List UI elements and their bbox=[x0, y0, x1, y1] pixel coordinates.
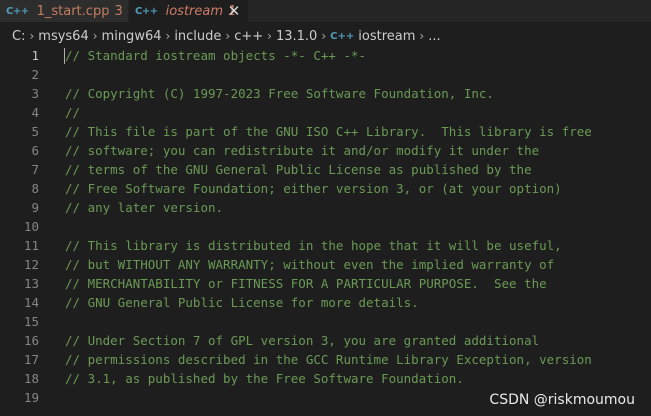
line-number: 10 bbox=[23, 219, 39, 234]
cpp-file-icon: C++ bbox=[135, 5, 158, 17]
breadcrumb: C: › msys64 › mingw64 › include › c++ › … bbox=[0, 26, 651, 46]
line-number: 7 bbox=[31, 162, 39, 177]
code-text[interactable]: // This library is distributed in the ho… bbox=[65, 236, 562, 255]
cpp-file-icon: C++ bbox=[6, 5, 29, 17]
line-number: 6 bbox=[31, 143, 39, 158]
code-text[interactable]: // any later version. bbox=[65, 198, 223, 217]
code-text[interactable]: // terms of the GNU General Public Licen… bbox=[65, 160, 532, 179]
cpp-file-icon: C++ bbox=[330, 30, 355, 42]
line-number: 15 bbox=[23, 314, 39, 329]
tab-iostream[interactable]: C++ iostream 1 ✕ bbox=[129, 0, 248, 22]
code-text[interactable]: // This file is part of the GNU ISO C++ … bbox=[65, 122, 592, 141]
line-number: 19 bbox=[23, 390, 39, 405]
line-number: 3 bbox=[31, 86, 39, 101]
chevron-right-icon: › bbox=[267, 29, 272, 43]
code-line[interactable]: 15 bbox=[0, 312, 651, 331]
code-line[interactable]: 5 // This file is part of the GNU ISO C++… bbox=[0, 122, 651, 141]
code-line[interactable]: 11 // This library is distributed in the … bbox=[0, 236, 651, 255]
code-text[interactable]: // MERCHANTABILITY or FITNESS FOR A PART… bbox=[65, 274, 547, 293]
code-text[interactable]: // bbox=[65, 103, 80, 122]
line-number: 12 bbox=[23, 257, 39, 272]
line-number: 17 bbox=[23, 352, 39, 367]
code-line[interactable]: 9 // any later version. bbox=[0, 198, 651, 217]
tab-bar: C++ 1_start.cpp 3 C++ iostream 1 ✕ bbox=[0, 0, 651, 22]
chevron-right-icon: › bbox=[29, 29, 35, 43]
code-text[interactable]: // Under Section 7 of GPL version 3, you… bbox=[65, 331, 539, 350]
line-number: 2 bbox=[31, 67, 39, 82]
code-text[interactable]: // software; you can redistribute it and… bbox=[65, 141, 539, 160]
text-cursor bbox=[64, 48, 65, 64]
code-line[interactable]: 12 // but WITHOUT ANY WARRANTY; without e… bbox=[0, 255, 651, 274]
breadcrumb-item[interactable]: include bbox=[174, 29, 221, 44]
line-number: 14 bbox=[23, 295, 39, 310]
code-line[interactable]: 8 // Free Software Foundation; either ver… bbox=[0, 179, 651, 198]
code-line[interactable]: 14 // GNU General Public License for more… bbox=[0, 293, 651, 312]
code-line[interactable]: 7 // terms of the GNU General Public Lice… bbox=[0, 160, 651, 179]
watermark: CSDN @riskmoumou bbox=[489, 392, 635, 408]
chevron-right-icon: › bbox=[225, 29, 231, 43]
line-number: 9 bbox=[31, 200, 39, 215]
code-text[interactable]: // GNU General Public License for more d… bbox=[65, 293, 419, 312]
code-text[interactable]: // Copyright (C) 1997-2023 Free Software… bbox=[65, 84, 494, 103]
code-line[interactable]: 6 // software; you can redistribute it an… bbox=[0, 141, 651, 160]
code-text[interactable]: // 3.1, as published by the Free Softwar… bbox=[65, 369, 464, 388]
code-line[interactable]: 2 bbox=[0, 65, 651, 84]
breadcrumb-more[interactable]: ... bbox=[428, 29, 440, 44]
chevron-right-icon: › bbox=[321, 29, 327, 43]
chevron-right-icon: › bbox=[165, 29, 171, 43]
code-line[interactable]: 17 // permissions described in the GCC Ru… bbox=[0, 350, 651, 369]
chevron-right-icon: › bbox=[92, 29, 98, 43]
breadcrumb-item[interactable]: c++ bbox=[234, 29, 263, 44]
code-text[interactable]: // Standard iostream objects -*- C++ -*- bbox=[65, 46, 366, 65]
line-number: 8 bbox=[31, 181, 39, 196]
tab-label: iostream bbox=[165, 3, 224, 19]
code-line[interactable]: 18 // 3.1, as published by the Free Softw… bbox=[0, 369, 651, 388]
chevron-right-icon: › bbox=[419, 29, 425, 43]
code-line[interactable]: 10 bbox=[0, 217, 651, 236]
code-text[interactable]: // permissions described in the GCC Runt… bbox=[65, 350, 592, 369]
breadcrumb-item[interactable]: 13.1.0 bbox=[276, 29, 317, 44]
line-number: 5 bbox=[31, 124, 39, 139]
line-number: 13 bbox=[23, 276, 39, 291]
tab-1-start-cpp[interactable]: C++ 1_start.cpp 3 bbox=[0, 0, 129, 22]
problem-count-badge: 3 bbox=[114, 3, 123, 19]
code-text[interactable]: // Free Software Foundation; either vers… bbox=[65, 179, 562, 198]
code-line[interactable]: 3 // Copyright (C) 1997-2023 Free Softwar… bbox=[0, 84, 651, 103]
breadcrumb-item[interactable]: mingw64 bbox=[102, 29, 162, 44]
code-line[interactable]: 13 // MERCHANTABILITY or FITNESS FOR A PA… bbox=[0, 274, 651, 293]
breadcrumb-item[interactable]: C: bbox=[12, 29, 25, 44]
code-text[interactable]: // but WITHOUT ANY WARRANTY; without eve… bbox=[65, 255, 554, 274]
line-number: 11 bbox=[23, 238, 39, 253]
code-editor[interactable]: 1 // Standard iostream objects -*- C++ -*… bbox=[0, 46, 651, 416]
line-number: 4 bbox=[31, 105, 39, 120]
line-number: 1 bbox=[31, 48, 39, 63]
tab-label: 1_start.cpp bbox=[36, 3, 110, 19]
code-line[interactable]: 1 // Standard iostream objects -*- C++ -*… bbox=[0, 46, 651, 65]
code-line[interactable]: 16 // Under Section 7 of GPL version 3, y… bbox=[0, 331, 651, 350]
close-icon[interactable]: ✕ bbox=[226, 2, 242, 20]
line-number: 18 bbox=[23, 371, 39, 386]
breadcrumb-file[interactable]: iostream bbox=[358, 29, 415, 44]
code-line[interactable]: 4 // bbox=[0, 103, 651, 122]
line-number: 16 bbox=[23, 333, 39, 348]
breadcrumb-item[interactable]: msys64 bbox=[38, 29, 88, 44]
